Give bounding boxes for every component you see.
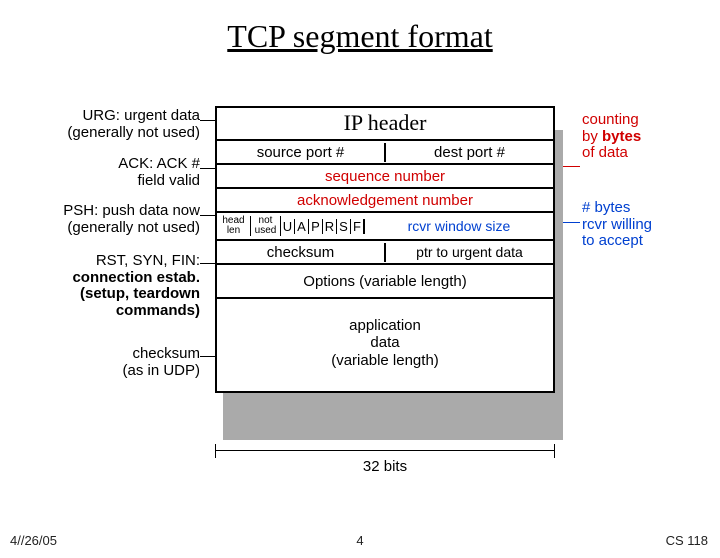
flag-rst: R: [323, 219, 337, 234]
width-arrow: [215, 444, 555, 458]
cell-options: Options (variable length): [217, 272, 553, 291]
note-checksum-l1: checksum: [132, 345, 200, 362]
tcp-segment-diagram: IP header source port # dest port # sequ…: [215, 106, 555, 393]
cell-ack-number: acknowledgement number: [217, 191, 553, 210]
app-data-l2: data: [370, 334, 399, 351]
note-counting-l3: of data: [582, 144, 628, 161]
note-psh-l1: PSH: push data now: [63, 202, 200, 219]
flag-urg: U: [281, 219, 295, 234]
diagram-stage: URG: urgent data (generally not used) AC…: [0, 98, 720, 518]
note-psh: PSH: push data now (generally not used): [0, 203, 200, 236]
note-urg-l1: URG: urgent data: [82, 107, 200, 124]
row-ports: source port # dest port #: [215, 141, 555, 165]
note-ack-l2: field valid: [137, 172, 200, 189]
note-checksum-l2: (as in UDP): [122, 362, 200, 379]
cell-rcvr-window: rcvr window size: [365, 217, 553, 235]
width-marker: 32 bits: [215, 444, 555, 475]
note-rst-l2: connection estab.: [72, 269, 200, 286]
cell-not-used: notused: [251, 216, 281, 236]
footer-page: 4: [356, 533, 363, 548]
row-checksum-urg: checksum ptr to urgent data: [215, 241, 555, 265]
cell-head-len: headlen: [217, 216, 251, 236]
row-options: Options (variable length): [215, 265, 555, 299]
flag-syn: S: [337, 219, 351, 234]
note-bytes-l1: # bytes: [582, 199, 630, 216]
note-bytes: # bytes rcvr willing to accept: [582, 200, 702, 250]
cell-urg-ptr: ptr to urgent data: [386, 243, 553, 261]
note-rst-l3: (setup, teardown: [80, 285, 200, 302]
row-flags: headlen notused U A P R S F rcvr window …: [215, 213, 555, 241]
cell-checksum: checksum: [217, 243, 386, 262]
note-rst: RST, SYN, FIN: connection estab. (setup,…: [0, 253, 200, 319]
flag-fin: F: [351, 219, 365, 234]
cell-dest-port: dest port #: [386, 143, 553, 162]
row-ip-header: IP header: [215, 106, 555, 141]
note-bytes-l3: to accept: [582, 232, 643, 249]
app-data-l3: (variable length): [331, 352, 439, 369]
note-ack-l1: ACK: ACK #: [118, 155, 200, 172]
cell-sequence-number: sequence number: [217, 167, 553, 186]
note-counting-l1: counting: [582, 111, 639, 128]
note-psh-l2: (generally not used): [67, 219, 200, 236]
width-label: 32 bits: [215, 458, 555, 475]
note-urg-l2: (generally not used): [67, 124, 200, 141]
note-ack: ACK: ACK # field valid: [0, 156, 200, 189]
note-rst-l1: RST, SYN, FIN:: [96, 252, 200, 269]
row-sequence: sequence number: [215, 165, 555, 189]
cell-source-port: source port #: [217, 143, 386, 162]
note-checksum: checksum (as in UDP): [0, 346, 200, 379]
note-counting-l2pre: by: [582, 128, 602, 145]
page-title: TCP segment format: [0, 18, 720, 55]
footer-course: CS 118: [666, 533, 708, 548]
note-counting-l2b: bytes: [602, 128, 641, 145]
row-ack: acknowledgement number: [215, 189, 555, 213]
row-app-data: application data (variable length): [215, 299, 555, 393]
footer-date: 4//26/05: [10, 533, 57, 548]
note-counting: counting by bytes of data: [582, 112, 702, 162]
app-data-l1: application: [349, 317, 421, 334]
note-bytes-l2: rcvr willing: [582, 216, 652, 233]
flag-psh: P: [309, 219, 323, 234]
note-rst-l4: commands): [116, 302, 200, 319]
note-urg: URG: urgent data (generally not used): [0, 108, 200, 141]
flag-ack: A: [295, 219, 309, 234]
